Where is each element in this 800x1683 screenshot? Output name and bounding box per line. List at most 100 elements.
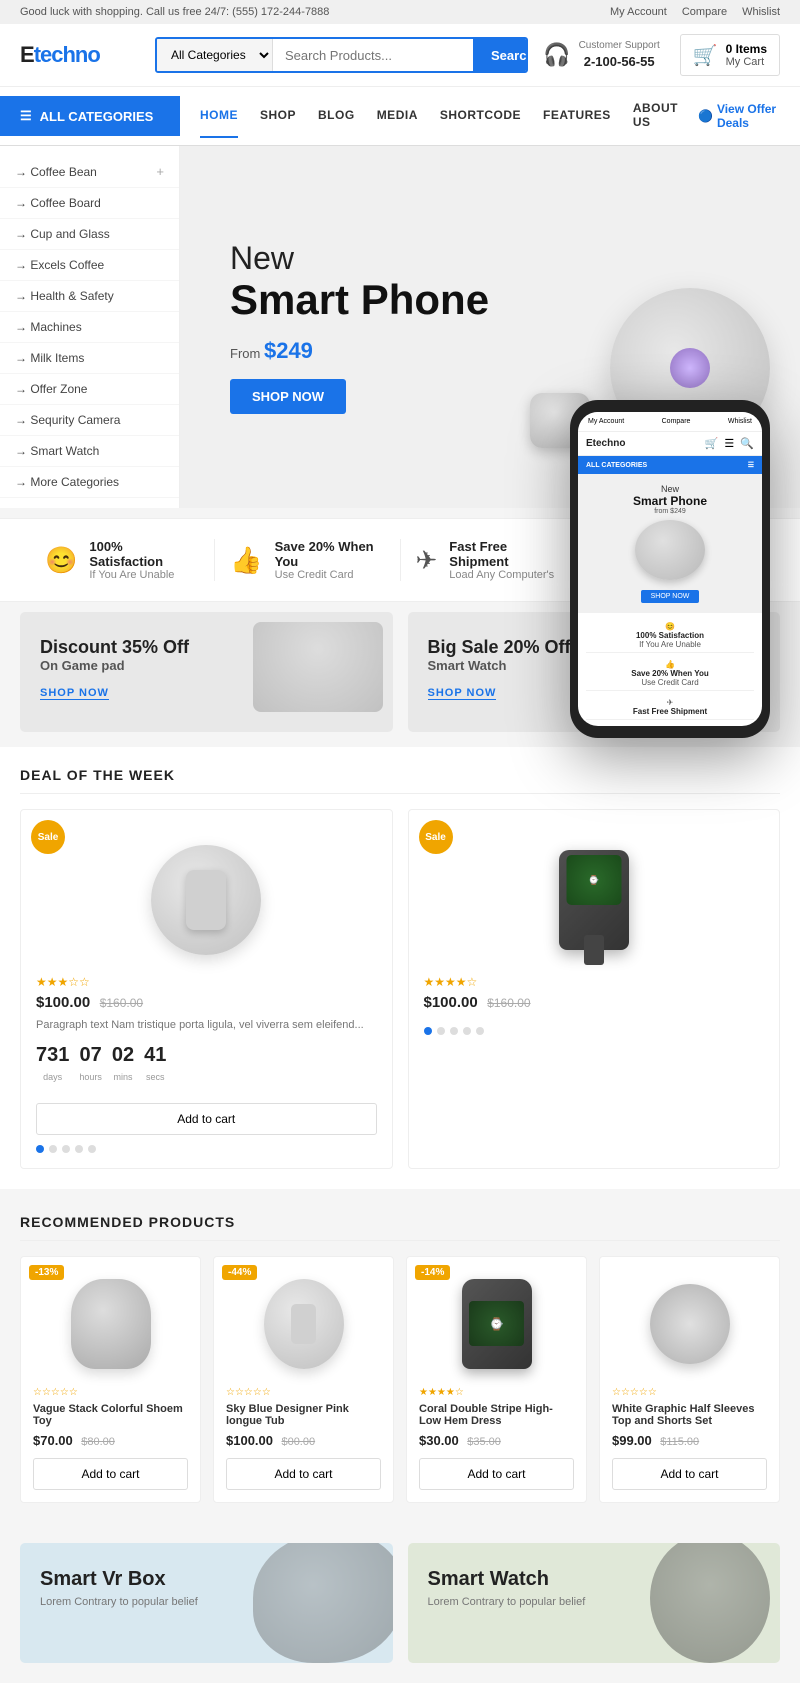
nav-shortcode[interactable]: SHORTCODE (440, 94, 521, 138)
phone-logo: Etechno (586, 438, 625, 449)
recommended-section: RECOMMENDED PRODUCTS -13% ☆☆☆☆☆ Vague St… (0, 1199, 800, 1523)
header: Etechno All Categories Search 🎧 Customer… (0, 24, 800, 87)
search-button[interactable]: Search (473, 39, 528, 71)
recommended-grid: -13% ☆☆☆☆☆ Vague Stack Colorful Shoem To… (20, 1256, 780, 1503)
bottom-banners: Smart Vr Box Lorem Contrary to popular b… (0, 1533, 800, 1683)
hero-subtitle: New (230, 240, 489, 277)
sale-badge-2: Sale (419, 820, 453, 854)
phone-hero-cta[interactable]: SHOP NOW (641, 590, 700, 603)
deal-stars-1: ★★★☆☆ (36, 975, 377, 989)
rec-price-3: $30.00 $35.00 (419, 1432, 574, 1450)
view-offer-link[interactable]: 🔵 View Offer Deals (698, 102, 800, 130)
rec-cart-2[interactable]: Add to cart (226, 1458, 381, 1490)
phone-compare: Compare (662, 418, 691, 425)
cart-button[interactable]: 🛒 0 Items My Cart (680, 34, 780, 76)
deal-stars-2: ★★★★☆ (424, 975, 765, 989)
rec-title-1: Vague Stack Colorful Shoem Toy (33, 1403, 188, 1427)
deal-title: DEAL OF THE WEEK (20, 767, 780, 794)
deal-add-cart-1[interactable]: Add to cart (36, 1103, 377, 1135)
dot-5 (88, 1145, 96, 1153)
deal-card-2: Sale ⌚ ★★★★☆ $100.00 $160.00 (408, 809, 781, 1169)
rec-title-4: White Graphic Half Sleeves Top and Short… (612, 1403, 767, 1427)
deal-countdown-1: 731 days 07 hours 02 mins 41 secs (36, 1044, 377, 1085)
dot-2-1 (424, 1027, 432, 1035)
feature-text-ship: Fast Free Shipment Load Any Computer's (449, 539, 569, 581)
wishlist-link[interactable]: Whislist (742, 6, 780, 18)
rec-price-4: $99.00 $115.00 (612, 1432, 767, 1450)
feature-save: 👍 Save 20% When You Use Credit Card (215, 539, 400, 581)
top-bar: Good luck with shopping. Call us free 24… (0, 0, 800, 24)
phone-frame: My Account Compare Whislist Etechno 🛒☰🔍 … (570, 400, 770, 738)
navigation: ☰ ALL CATEGORIES HOME SHOP BLOG MEDIA SH… (0, 87, 800, 146)
promo-watch-cta[interactable]: SHOP NOW (428, 687, 497, 700)
save-icon: 👍 (230, 545, 262, 576)
sidebar-item-cupglass[interactable]: → Cup and Glass (0, 219, 179, 250)
sale-badge-1: Sale (31, 820, 65, 854)
rec-stars-4: ☆☆☆☆☆ (612, 1387, 767, 1398)
rec-card-2: -44% ☆☆☆☆☆ Sky Blue Designer Pink longue… (213, 1256, 394, 1503)
sidebar-item-watch[interactable]: → Smart Watch (0, 436, 179, 467)
rec-cart-3[interactable]: Add to cart (419, 1458, 574, 1490)
phone-mockup: My Account Compare Whislist Etechno 🛒☰🔍 … (570, 400, 770, 738)
rec-price-1: $70.00 $80.00 (33, 1432, 188, 1450)
hero-price: From $249 (230, 338, 489, 364)
compare-link[interactable]: Compare (682, 6, 727, 18)
rec-img-4 (612, 1269, 767, 1379)
rec-card-3: -14% ⌚ ★★★★☆ Coral Double Stripe High-Lo… (406, 1256, 587, 1503)
sidebar-item-camera[interactable]: → Sequrity Camera (0, 405, 179, 436)
deal-card-1: Sale ★★★☆☆ $100.00 $160.00 Paragraph tex… (20, 809, 393, 1169)
dot-2-5 (476, 1027, 484, 1035)
feature-ship: ✈ Fast Free Shipment Load Any Computer's (401, 539, 586, 581)
deal-grid: Sale ★★★☆☆ $100.00 $160.00 Paragraph tex… (20, 809, 780, 1169)
my-account-link[interactable]: My Account (610, 6, 667, 18)
feature-satisfaction: 😊 100% Satisfaction If You Are Unable (30, 539, 215, 581)
sidebar-item-excels[interactable]: → Excels Coffee (0, 250, 179, 281)
promo-gamepad-cta[interactable]: SHOP NOW (40, 687, 109, 700)
sidebar-item-health[interactable]: → Health & Safety (0, 281, 179, 312)
hero-cta-button[interactable]: SHOP NOW (230, 379, 346, 414)
search-bar: All Categories Search (155, 37, 528, 73)
phone-hero-from: from $249 (586, 508, 754, 515)
nav-media[interactable]: MEDIA (377, 94, 418, 138)
hero-title: Smart Phone (230, 277, 489, 323)
sidebar-item-coffeeboard[interactable]: → Coffee Board (0, 188, 179, 219)
countdown-mins: 02 mins (112, 1044, 134, 1085)
phone-features: 😊 100% Satisfaction If You Are Unable 👍 … (578, 613, 762, 726)
header-right: 🎧 Customer Support 2-100-56-55 🛒 0 Items… (543, 34, 780, 76)
rec-price-2: $100.00 $00.00 (226, 1432, 381, 1450)
nav-home[interactable]: HOME (200, 94, 238, 138)
countdown-secs: 41 secs (144, 1044, 166, 1085)
sidebar: → Coffee Bean + → Coffee Board → Cup and… (0, 146, 180, 508)
rec-badge-1: -13% (29, 1265, 64, 1280)
recommended-title: RECOMMENDED PRODUCTS (20, 1214, 780, 1241)
deal-name-1: $100.00 $160.00 (36, 994, 377, 1012)
phone-hero-title: Smart Phone (586, 494, 754, 508)
dot-2 (49, 1145, 57, 1153)
sidebar-item-more[interactable]: → More Categories (0, 467, 179, 498)
ship-icon: ✈ (416, 545, 438, 576)
rec-cart-1[interactable]: Add to cart (33, 1458, 188, 1490)
rec-img-1 (33, 1269, 188, 1379)
sidebar-item-machines[interactable]: → Machines (0, 312, 179, 343)
nav-blog[interactable]: BLOG (318, 94, 355, 138)
rec-card-1: -13% ☆☆☆☆☆ Vague Stack Colorful Shoem To… (20, 1256, 201, 1503)
phone-feature-3: ✈ Fast Free Shipment (586, 695, 754, 720)
nav-links: HOME SHOP BLOG MEDIA SHORTCODE FEATURES … (180, 87, 698, 145)
category-select[interactable]: All Categories (157, 39, 273, 71)
sidebar-item-milk[interactable]: → Milk Items (0, 343, 179, 374)
nav-about[interactable]: ABOUT US (633, 87, 678, 145)
nav-features[interactable]: FEATURES (543, 94, 611, 138)
all-categories-nav[interactable]: ☰ ALL CATEGORIES (0, 96, 180, 136)
countdown-days: 731 days (36, 1044, 69, 1085)
nav-shop[interactable]: SHOP (260, 94, 296, 138)
sidebar-item-offer[interactable]: → Offer Zone (0, 374, 179, 405)
bottom-banner-vr: Smart Vr Box Lorem Contrary to popular b… (20, 1543, 393, 1663)
dot-nav-2 (424, 1027, 765, 1035)
rec-cart-4[interactable]: Add to cart (612, 1458, 767, 1490)
sidebar-item-coffebean[interactable]: → Coffee Bean + (0, 156, 179, 188)
deal-product-img-1 (36, 835, 377, 965)
support-info: Customer Support 2-100-56-55 (579, 39, 660, 71)
rec-title-2: Sky Blue Designer Pink longue Tub (226, 1403, 381, 1427)
search-input[interactable] (273, 39, 473, 71)
bottom-banner-watch: Smart Watch Lorem Contrary to popular be… (408, 1543, 781, 1663)
